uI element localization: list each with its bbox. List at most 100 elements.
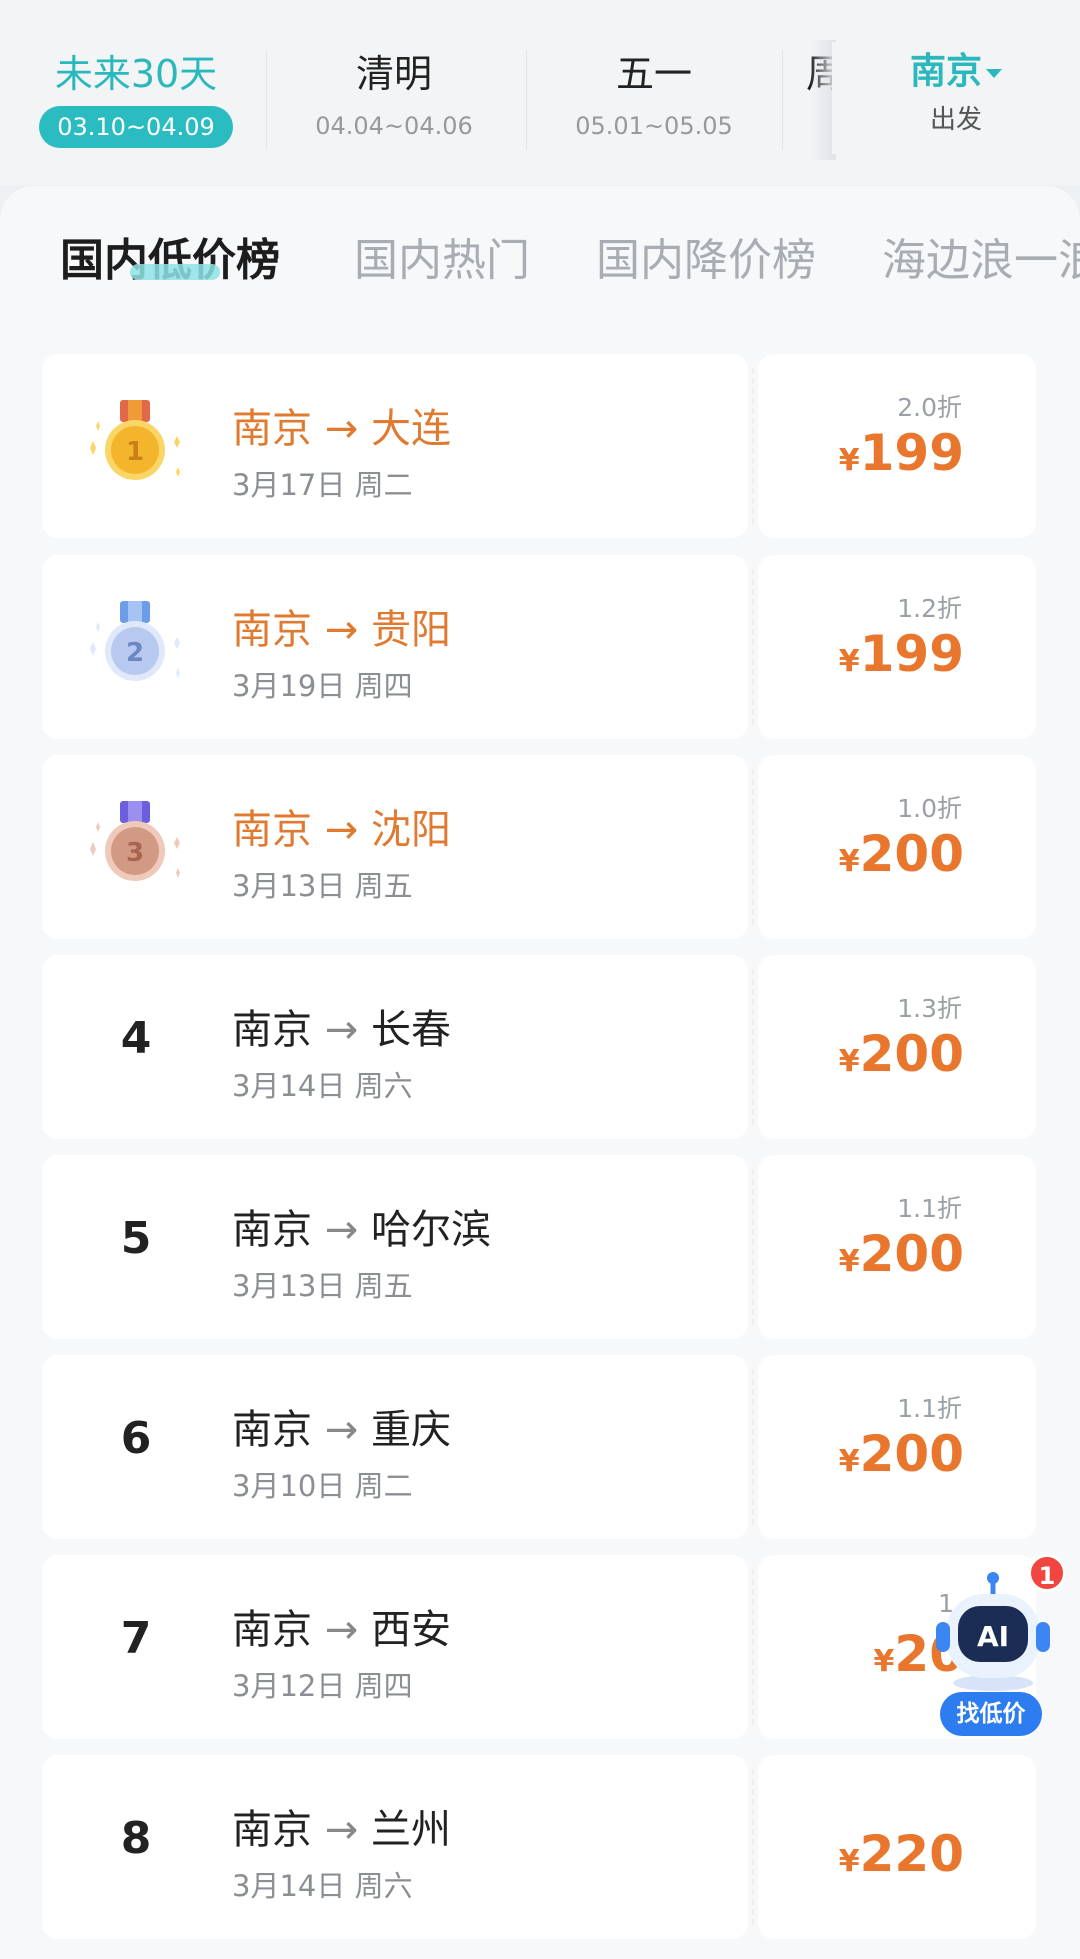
route-origin: 南京 — [232, 406, 312, 452]
category-tabs: 国内低价榜 国内热门 国内降价榜 海边浪一浪 — [0, 186, 1080, 326]
flight-date: 3月10日 周二 — [232, 1469, 413, 1503]
flight-date: 3月13日 周五 — [232, 869, 413, 903]
price: ¥200 — [839, 1025, 964, 1083]
svg-text:3: 3 — [126, 838, 144, 868]
route-name: 南京 → 大连 — [232, 396, 451, 454]
bronze-medal-icon: 3 — [90, 801, 180, 881]
currency-symbol: ¥ — [838, 443, 860, 478]
departure-label: 出发 — [929, 105, 982, 135]
route-origin: 南京 — [232, 807, 312, 853]
discount-label: 1.3折 — [897, 994, 962, 1023]
date-tab-range: 03.10~04.09 — [39, 106, 233, 148]
route-arrow-icon: → — [312, 1607, 371, 1653]
divider — [526, 50, 527, 150]
route-row[interactable]: 8 南京 → 兰州 3月14日 周六 ¥220 — [42, 1755, 1036, 1939]
ai-assistant-label: 找低价 — [940, 1692, 1042, 1736]
rank-number: 8 — [120, 1813, 152, 1864]
price: ¥200 — [839, 1225, 964, 1283]
silver-medal-icon: 2 — [90, 601, 180, 681]
discount-label: 1.1折 — [897, 1394, 962, 1423]
route-origin: 南京 — [232, 1407, 312, 1453]
ticket-divider — [752, 1569, 754, 1725]
route-arrow-icon: → — [312, 1807, 371, 1853]
route-destination: 贵阳 — [370, 607, 451, 653]
ai-assistant-button[interactable]: AI 1 找低价 — [918, 1548, 1068, 1738]
route-row[interactable]: 4 南京 → 长春 3月14日 周六 1.3折 ¥200 — [42, 955, 1036, 1139]
currency-symbol: ¥ — [838, 844, 860, 879]
flight-date: 3月14日 周六 — [232, 1069, 413, 1103]
date-tab-next-30-days[interactable]: 未来30天 03.10~04.09 — [38, 48, 234, 154]
discount-label: 1.0折 — [897, 794, 962, 823]
date-tab-may-day[interactable]: 五一 05.01~05.05 — [556, 48, 752, 154]
currency-symbol: ¥ — [838, 1444, 860, 1479]
route-destination: 西安 — [370, 1607, 451, 1653]
rank-number: 6 — [120, 1413, 152, 1464]
tab-domestic-hot[interactable]: 国内热门 — [354, 224, 530, 288]
route-name: 南京 → 西安 — [232, 1597, 451, 1655]
route-row[interactable]: 3 南京 → 沈阳 3月13日 周五 1.0折 ¥200 — [42, 755, 1036, 939]
route-name: 南京 → 哈尔滨 — [232, 1197, 491, 1255]
route-row[interactable]: 5 南京 → 哈尔滨 3月13日 周五 1.1折 ¥200 — [42, 1155, 1036, 1339]
tab-seaside[interactable]: 海边浪一浪 — [882, 224, 1080, 288]
price: ¥200 — [839, 1425, 964, 1483]
date-tab-range: 05.01~05.05 — [575, 112, 733, 140]
price-value: 200 — [859, 1425, 964, 1483]
tab-domestic-price-drop[interactable]: 国内降价榜 — [596, 224, 816, 288]
gold-medal-icon: 1 — [90, 400, 180, 480]
flight-date: 3月13日 周五 — [232, 1269, 413, 1303]
flight-date: 3月14日 周六 — [232, 1869, 413, 1903]
route-row[interactable]: 6 南京 → 重庆 3月10日 周二 1.1折 ¥200 — [42, 1355, 1036, 1539]
ticket-divider — [752, 1769, 754, 1925]
rank-number: 4 — [120, 1013, 152, 1064]
route-name: 南京 → 长春 — [232, 997, 451, 1055]
date-range-bar: 未来30天 03.10~04.09 清明 04.04~04.06 五一 05.0… — [0, 0, 1080, 185]
departure-city-picker[interactable]: 南京 出发 — [832, 42, 1080, 154]
ticket-divider — [752, 1169, 754, 1325]
route-arrow-icon: → — [312, 406, 371, 452]
route-origin: 南京 — [232, 1807, 312, 1853]
ticket-divider — [752, 569, 754, 725]
route-arrow-icon: → — [312, 1407, 371, 1453]
currency-symbol: ¥ — [873, 1644, 895, 1679]
price-value: 199 — [859, 625, 964, 683]
active-tab-indicator — [130, 264, 220, 280]
rank-number: 7 — [120, 1613, 152, 1664]
route-destination: 哈尔滨 — [370, 1207, 491, 1253]
route-origin: 南京 — [232, 1007, 312, 1053]
flight-date: 3月12日 周四 — [232, 1669, 413, 1703]
route-arrow-icon: → — [312, 607, 371, 653]
date-tab-qingming[interactable]: 清明 04.04~04.06 — [296, 48, 492, 154]
route-name: 南京 → 兰州 — [232, 1797, 451, 1855]
route-arrow-icon: → — [312, 1007, 371, 1053]
date-tab-title: 五一 — [615, 52, 692, 96]
currency-symbol: ¥ — [838, 1044, 860, 1079]
route-destination: 兰州 — [370, 1807, 451, 1853]
ai-icon-text: AI — [977, 1620, 1009, 1653]
route-origin: 南京 — [232, 1207, 312, 1253]
price-value: 200 — [859, 825, 964, 883]
ticket-divider — [752, 1369, 754, 1525]
date-tab-range: 04.04~04.06 — [315, 112, 473, 140]
ticket-divider — [752, 368, 754, 524]
flight-date: 3月19日 周四 — [232, 669, 413, 703]
notification-badge: 1 — [1028, 1554, 1066, 1592]
caret-down-icon — [986, 68, 1002, 78]
flight-date: 3月17日 周二 — [232, 468, 413, 502]
route-origin: 南京 — [232, 1607, 312, 1653]
price: ¥220 — [839, 1825, 964, 1883]
price: ¥199 — [839, 424, 964, 482]
route-row[interactable]: 1 南京 → 大连 3月17日 周二 2.0折 ¥199 — [42, 354, 1036, 538]
route-row[interactable]: 2 南京 → 贵阳 3月19日 周四 1.2折 ¥199 — [42, 555, 1036, 739]
route-name: 南京 → 沈阳 — [232, 797, 451, 855]
route-origin: 南京 — [232, 607, 312, 653]
price-value: 220 — [859, 1825, 964, 1883]
discount-label: 1.2折 — [897, 594, 962, 623]
ticket-divider — [752, 969, 754, 1125]
currency-symbol: ¥ — [838, 644, 860, 679]
discount-label: 1.1折 — [897, 1194, 962, 1223]
route-destination: 大连 — [370, 406, 451, 452]
divider — [782, 50, 783, 150]
route-destination: 长春 — [370, 1007, 451, 1053]
route-row[interactable]: 7 南京 → 西安 3月12日 周四 1. ¥20 — [42, 1555, 1036, 1739]
rank-number: 5 — [120, 1213, 152, 1264]
